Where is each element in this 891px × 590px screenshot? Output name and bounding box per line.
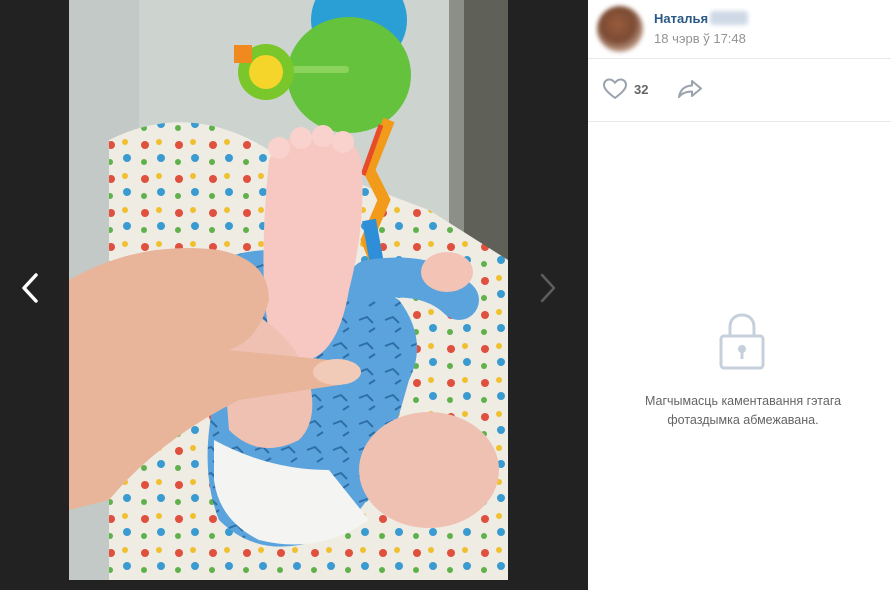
photo-sidebar: Наталья 18 чэрв ў 17:48 32 Магчымасць ка… xyxy=(588,0,891,590)
share-arrow-icon xyxy=(678,80,702,98)
avatar[interactable] xyxy=(597,6,643,52)
comments-area: Магчымасць каментавання гэтага фотаздымк… xyxy=(588,122,891,590)
like-button[interactable]: 32 xyxy=(603,78,648,100)
share-button[interactable] xyxy=(677,79,703,104)
next-photo-button[interactable] xyxy=(528,268,568,308)
chevron-left-icon xyxy=(22,273,38,303)
comments-restricted-message: Магчымасць каментавання гэтага фотаздымк… xyxy=(644,394,842,427)
author-name-link[interactable]: Наталья xyxy=(654,11,749,26)
heart-icon xyxy=(603,78,627,99)
photo[interactable] xyxy=(69,0,508,580)
lock-icon xyxy=(719,313,765,370)
photo-viewer xyxy=(0,0,588,590)
post-actions: 32 xyxy=(588,59,891,122)
chevron-right-icon xyxy=(540,273,556,303)
baby-photo-image xyxy=(69,0,508,580)
blurred-surname xyxy=(710,11,749,25)
prev-photo-button[interactable] xyxy=(10,268,50,308)
post-author-header: Наталья 18 чэрв ў 17:48 xyxy=(588,0,891,59)
post-date[interactable]: 18 чэрв ў 17:48 xyxy=(654,31,746,46)
like-count: 32 xyxy=(634,81,649,97)
